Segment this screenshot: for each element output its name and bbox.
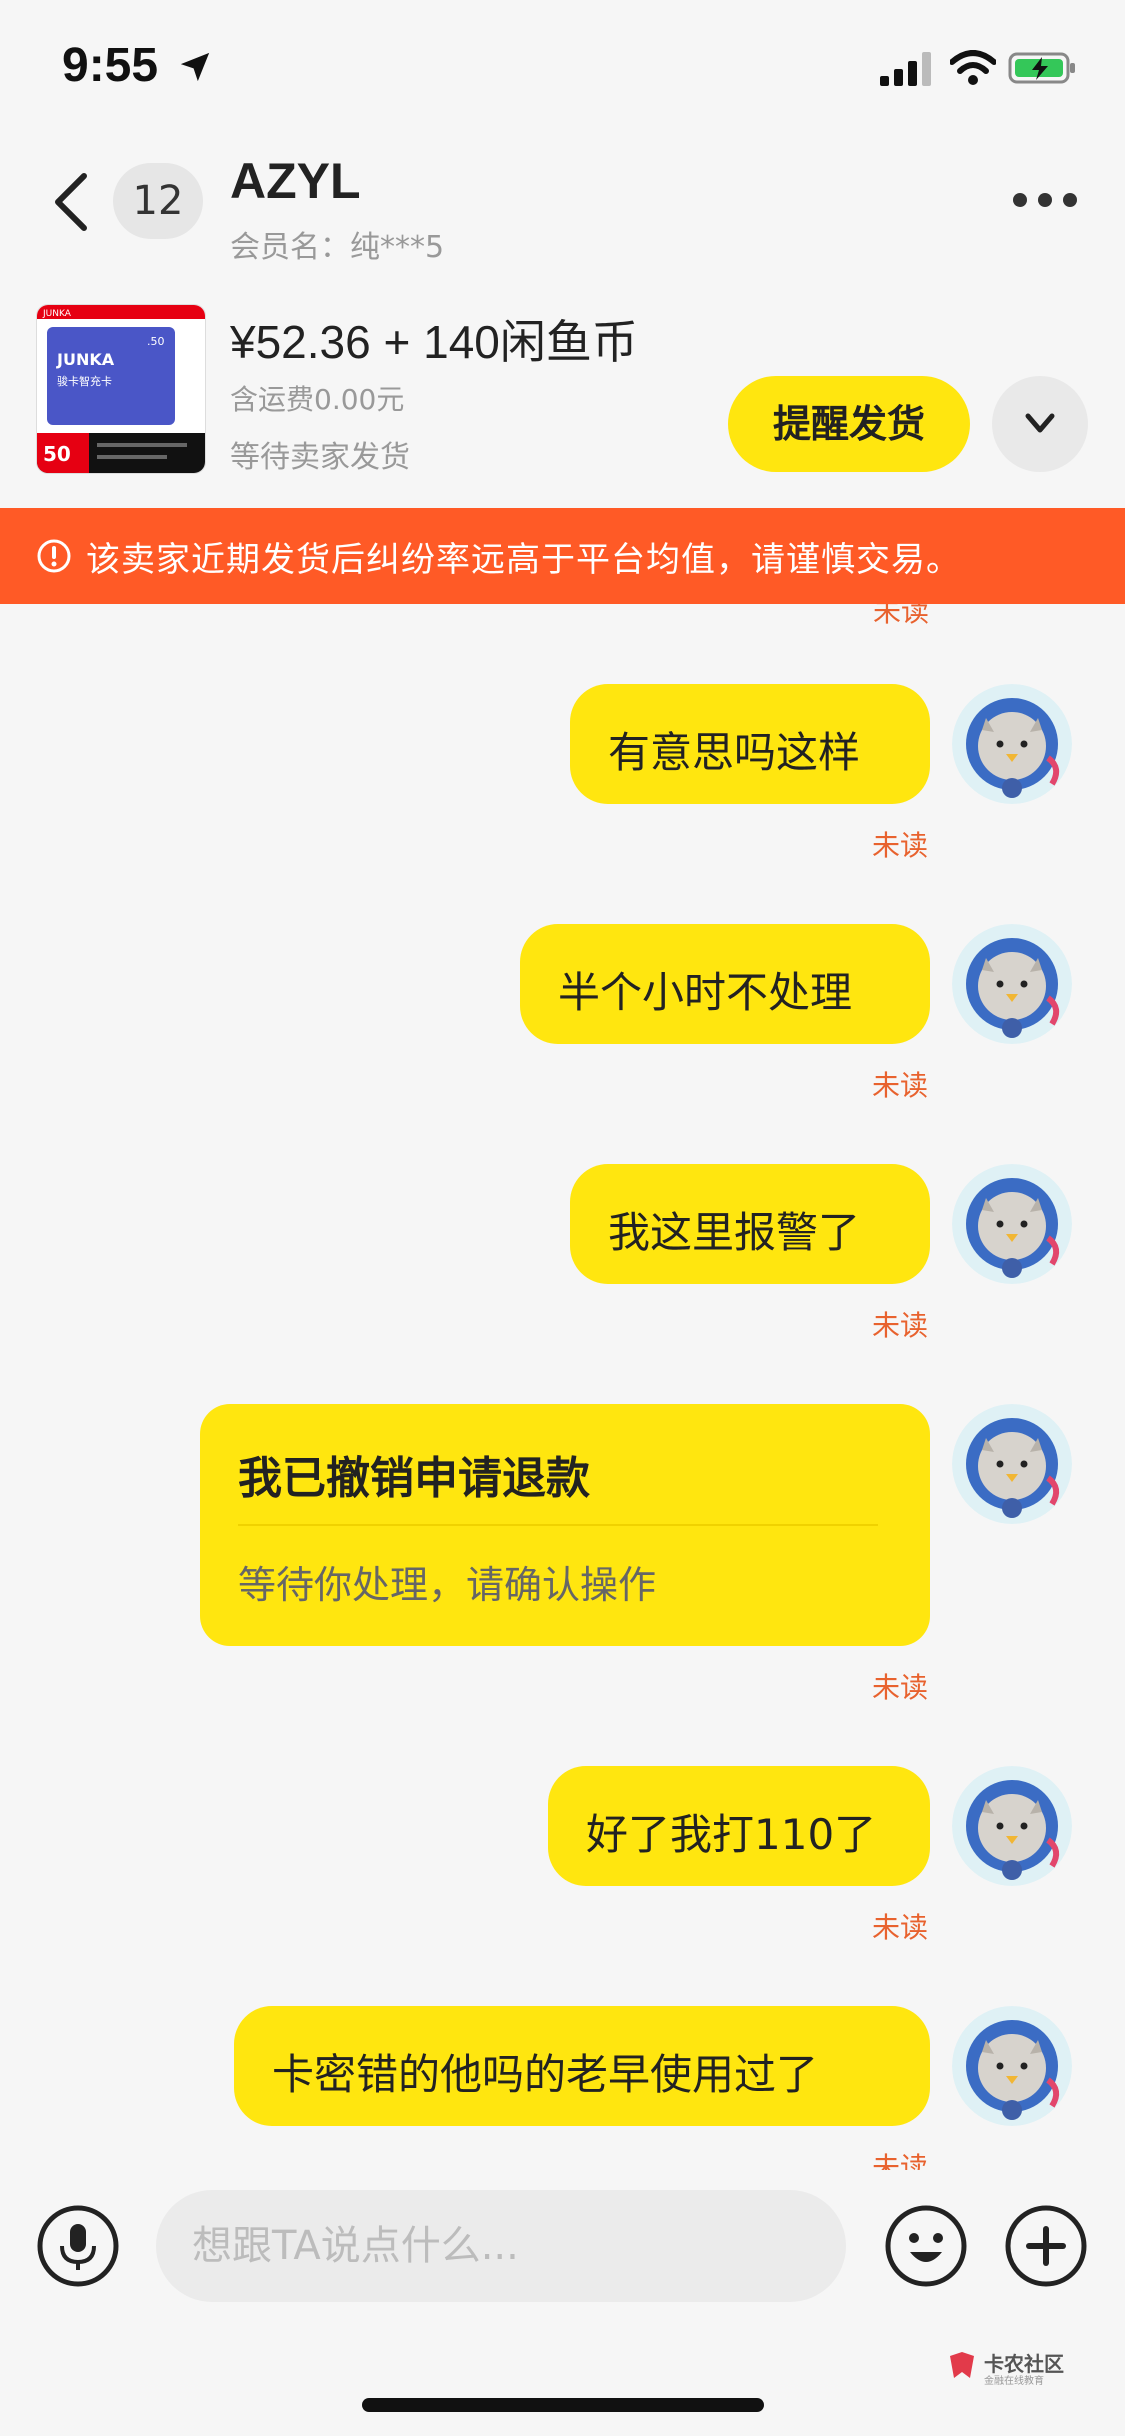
order-status: 等待卖家发货 — [230, 440, 410, 475]
message-text: 半个小时不处理 — [558, 968, 853, 1017]
watermark-subtext: 金融在线教育 — [984, 2376, 1044, 2387]
add-attachment-icon[interactable] — [1004, 2204, 1088, 2288]
status-bar: 9:55 — [0, 0, 1125, 140]
message-bubble[interactable]: 卡密错的他吗的老早使用过了 — [234, 2006, 930, 2126]
svg-text:50: 50 — [43, 442, 71, 466]
message-text: 有意思吗这样 — [608, 728, 861, 777]
read-status: 未读 — [872, 1309, 929, 1342]
message-text: 好了我打110了 — [586, 1810, 877, 1859]
message-bubble[interactable]: 有意思吗这样 — [570, 684, 930, 804]
avatar-image — [952, 924, 1072, 1044]
remind-ship-button[interactable]: 提醒发货 — [728, 376, 970, 472]
card-subtitle: 等待你处理，请确认操作 — [238, 1563, 657, 1607]
chevron-down-icon — [1025, 413, 1055, 433]
svg-text:JUNKA: JUNKA — [42, 309, 72, 319]
battery-charging-icon — [1008, 52, 1075, 84]
emoji-icon[interactable] — [884, 2204, 968, 2288]
status-time: 9:55 — [62, 39, 159, 92]
cellular-signal-icon — [880, 52, 931, 86]
message-input-bar: 卡农社区 金融在线教育 — [0, 2170, 1125, 2436]
shipping-fee: 含运费0.00元 — [230, 383, 405, 416]
voice-input-icon[interactable] — [36, 2204, 120, 2288]
location-arrow-icon — [180, 52, 210, 82]
message-input[interactable] — [156, 2190, 846, 2302]
read-status: 未读 — [872, 604, 929, 628]
watermark-logo-icon — [950, 2352, 974, 2378]
avatar[interactable] — [952, 2006, 1072, 2126]
avatar[interactable] — [952, 1164, 1072, 1284]
home-indicator[interactable] — [362, 2398, 764, 2412]
avatar-image — [952, 1766, 1072, 1886]
message-text: 我这里报警了 — [608, 1208, 861, 1257]
avatar[interactable] — [952, 1404, 1072, 1524]
warning-text: 该卖家近期发货后纠纷率远高于平台均值，请谨慎交易。 — [86, 540, 961, 580]
message-text: 卡密错的他吗的老早使用过了 — [272, 2050, 819, 2099]
svg-text:.50: .50 — [147, 335, 165, 348]
expand-order-button[interactable] — [992, 376, 1088, 472]
avatar[interactable] — [952, 1766, 1072, 1886]
order-price: ¥52.36 + 140闲鱼币 — [230, 316, 638, 368]
chat-header: 12 AZYL 会员名：纯***5 — [0, 140, 1125, 300]
avatar-image — [952, 1164, 1072, 1284]
message-bubble[interactable]: 我这里报警了 — [570, 1164, 930, 1284]
read-status: 未读 — [872, 1911, 929, 1944]
card-title: 我已撤销申请退款 — [238, 1453, 590, 1504]
product-thumbnail[interactable]: JUNKA JUNKA 骏卡智充卡 .50 50 — [36, 304, 206, 474]
read-status: 未读 — [872, 1069, 929, 1102]
order-summary: JUNKA JUNKA 骏卡智充卡 .50 50 ¥52.36 + 140闲鱼币… — [0, 300, 1125, 508]
wifi-icon — [950, 50, 996, 85]
unread-count-badge[interactable]: 12 — [113, 163, 203, 239]
message-bubble[interactable]: 好了我打110了 — [548, 1766, 930, 1886]
message-list[interactable]: 未读 有意思吗这样 未读 半个小时不处理 未读 我这里报警了 未读 我已撤销申请… — [0, 604, 1125, 2170]
message-bubble[interactable]: 半个小时不处理 — [520, 924, 930, 1044]
junka-card-image: JUNKA JUNKA 骏卡智充卡 .50 50 — [37, 305, 205, 473]
read-status: 未读 — [872, 1671, 929, 1704]
svg-text:骏卡智充卡: 骏卡智充卡 — [57, 374, 112, 388]
refund-status-card[interactable]: 我已撤销申请退款 等待你处理，请确认操作 — [200, 1404, 930, 1646]
avatar-image — [952, 2006, 1072, 2126]
avatar-image — [952, 1404, 1072, 1524]
read-status: 未读 — [872, 829, 929, 862]
avatar[interactable] — [952, 924, 1072, 1044]
chat-partner-name: AZYL — [230, 153, 361, 209]
member-name: 会员名：纯***5 — [230, 230, 445, 265]
more-options-icon[interactable] — [1010, 188, 1080, 212]
site-watermark: 卡农社区 金融在线教育 — [946, 2348, 1106, 2388]
read-status: 未读 — [872, 2151, 929, 2170]
svg-text:JUNKA: JUNKA — [56, 350, 115, 369]
avatar[interactable] — [952, 684, 1072, 804]
back-arrow-icon[interactable] — [50, 170, 94, 234]
risk-warning-banner: 该卖家近期发货后纠纷率远高于平台均值，请谨慎交易。 — [0, 508, 1125, 604]
avatar-image — [952, 684, 1072, 804]
alert-circle-icon — [37, 539, 71, 573]
card-divider — [238, 1524, 878, 1526]
